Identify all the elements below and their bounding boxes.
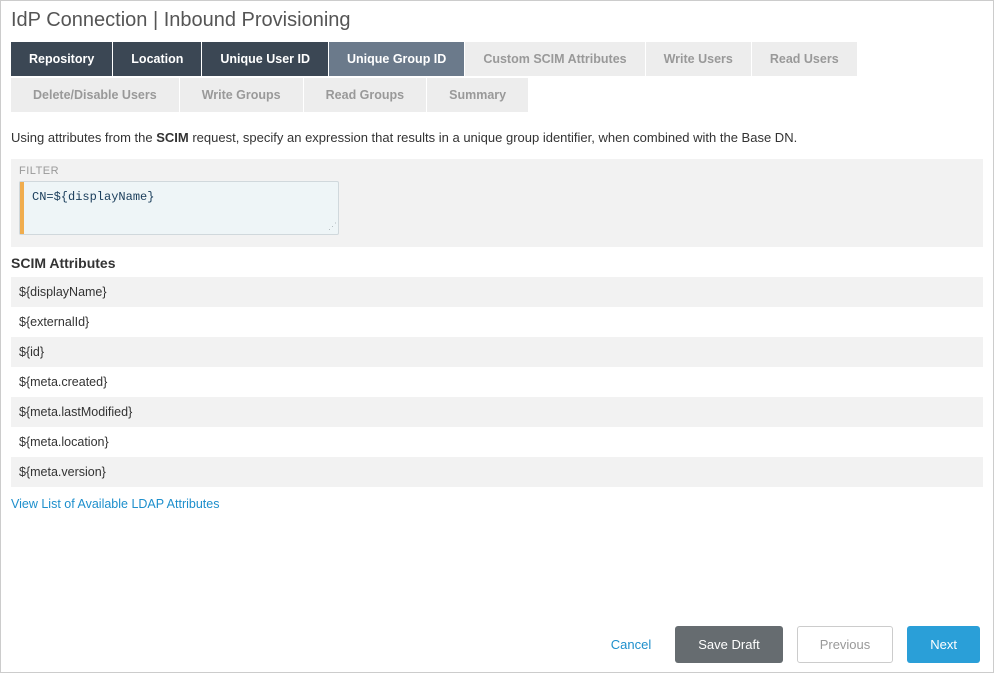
tabs-secondary: Delete/Disable UsersWrite GroupsRead Gro… xyxy=(11,78,983,112)
tab-repository[interactable]: Repository xyxy=(11,42,113,76)
instructions-text: Using attributes from the SCIM request, … xyxy=(11,130,983,145)
next-button[interactable]: Next xyxy=(907,626,980,663)
scim-attributes-list: ${displayName}${externalId}${id}${meta.c… xyxy=(11,277,983,487)
tab-write-users[interactable]: Write Users xyxy=(646,42,752,76)
tab-write-groups[interactable]: Write Groups xyxy=(180,78,304,112)
filter-input-wrap: ⋰ xyxy=(19,181,339,235)
previous-button[interactable]: Previous xyxy=(797,626,894,663)
view-ldap-attributes-link[interactable]: View List of Available LDAP Attributes xyxy=(11,497,219,511)
footer-actions: Cancel Save Draft Previous Next xyxy=(601,626,980,663)
scim-attribute-row[interactable]: ${externalId} xyxy=(11,307,983,337)
scim-attribute-row[interactable]: ${id} xyxy=(11,337,983,367)
instructions-prefix: Using attributes from the xyxy=(11,130,156,145)
scim-attribute-row[interactable]: ${meta.location} xyxy=(11,427,983,457)
cancel-button[interactable]: Cancel xyxy=(601,631,661,658)
scim-attribute-row[interactable]: ${meta.version} xyxy=(11,457,983,487)
scim-attribute-row[interactable]: ${meta.created} xyxy=(11,367,983,397)
tab-unique-user-id[interactable]: Unique User ID xyxy=(202,42,329,76)
filter-label: FILTER xyxy=(19,165,975,177)
page-title: IdP Connection | Inbound Provisioning xyxy=(11,9,983,32)
scim-attributes-title: SCIM Attributes xyxy=(11,255,983,271)
instructions-bold: SCIM xyxy=(156,130,189,145)
tabs-primary: RepositoryLocationUnique User IDUnique G… xyxy=(11,42,983,76)
tab-location[interactable]: Location xyxy=(113,42,202,76)
tab-delete-disable-users[interactable]: Delete/Disable Users xyxy=(11,78,180,112)
filter-input[interactable] xyxy=(24,182,338,234)
scim-attribute-row[interactable]: ${displayName} xyxy=(11,277,983,307)
tab-read-users[interactable]: Read Users xyxy=(752,42,858,76)
save-draft-button[interactable]: Save Draft xyxy=(675,626,782,663)
filter-panel: FILTER ⋰ xyxy=(11,159,983,247)
tab-custom-scim-attributes[interactable]: Custom SCIM Attributes xyxy=(465,42,645,76)
instructions-suffix: request, specify an expression that resu… xyxy=(189,130,797,145)
tab-summary[interactable]: Summary xyxy=(427,78,529,112)
scim-attribute-row[interactable]: ${meta.lastModified} xyxy=(11,397,983,427)
tab-unique-group-id[interactable]: Unique Group ID xyxy=(329,42,465,76)
tab-read-groups[interactable]: Read Groups xyxy=(304,78,428,112)
